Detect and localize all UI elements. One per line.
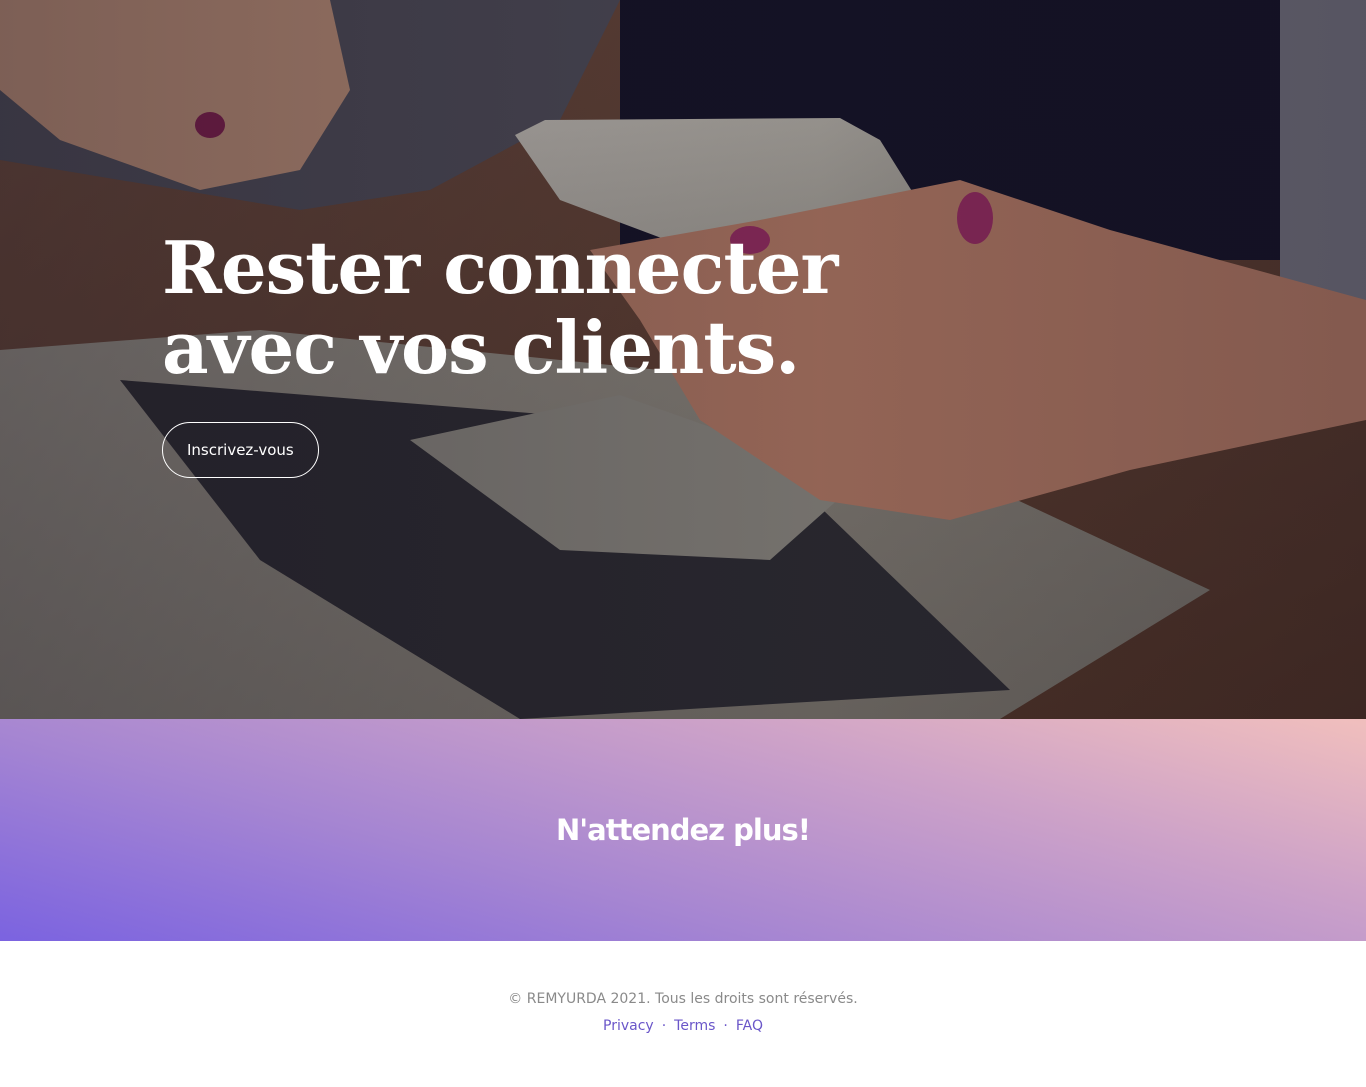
hero-section: Rester connecter avec vos clients. Inscr… [0, 0, 1366, 719]
footer: © REMYURDA 2021. Tous les droits sont ré… [0, 941, 1366, 1087]
link-separator: · [661, 1018, 667, 1034]
cta-band: N'attendez plus! [0, 719, 1366, 941]
footer-links: Privacy · Terms · FAQ [0, 1018, 1366, 1034]
privacy-link[interactable]: Privacy [603, 1018, 654, 1034]
terms-link[interactable]: Terms [674, 1018, 715, 1034]
hero-content: Rester connecter avec vos clients. Inscr… [162, 228, 922, 478]
hero-title: Rester connecter avec vos clients. [162, 225, 838, 390]
copyright-text: © REMYURDA 2021. Tous les droits sont ré… [508, 991, 858, 1007]
faq-link[interactable]: FAQ [736, 1018, 763, 1034]
signup-button[interactable]: Inscrivez-vous [162, 422, 319, 478]
link-separator: · [723, 1018, 728, 1034]
band-title: N'attendez plus! [556, 813, 811, 847]
